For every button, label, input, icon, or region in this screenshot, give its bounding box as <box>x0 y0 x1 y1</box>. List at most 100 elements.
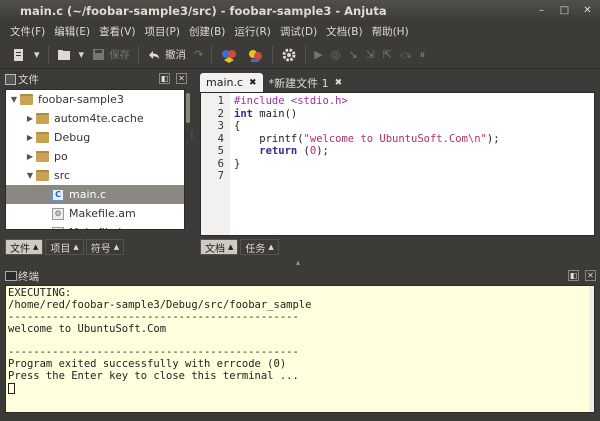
code-token: ); <box>486 132 500 145</box>
tree-item-label: Debug <box>54 131 91 144</box>
close-tab-icon[interactable]: ✖ <box>249 78 257 88</box>
open-button[interactable] <box>53 44 75 66</box>
code-area[interactable]: #include <stdio.h> int main(){ printf("we… <box>230 93 500 235</box>
line-number: 7 <box>217 170 224 182</box>
toolbar: ▾ ▾ 保存 撤消 ↷ ▶ ◎ ↘ ⇲ ⇱ ⤼ ⏸ <box>0 41 600 69</box>
menu-document[interactable]: 文档(B) <box>322 22 366 41</box>
gear-icon <box>282 48 296 61</box>
open-dropdown-icon[interactable]: ▾ <box>75 44 89 66</box>
tree-item[interactable]: Cmain.c <box>6 185 184 204</box>
code-editor[interactable]: 1234567 #include <stdio.h> int main(){ pr… <box>200 92 595 236</box>
menu-help[interactable]: 帮助(H) <box>368 22 413 41</box>
debug-step-out-button[interactable]: ⇱ <box>379 44 396 66</box>
tab-label: *新建文件 1 <box>268 76 329 90</box>
redo-button[interactable]: ↷ <box>190 44 207 66</box>
maximize-icon[interactable]: □ <box>558 4 571 17</box>
line-number: 4 <box>217 132 224 145</box>
code-token: return <box>259 145 298 157</box>
tab-project[interactable]: 项目 ▲ <box>45 239 84 255</box>
bottom-bar <box>0 413 600 421</box>
build-icon <box>249 49 263 62</box>
code-token: main() <box>252 107 298 120</box>
toolbar-separator <box>47 45 49 64</box>
debug-pause-button[interactable]: ⏸ <box>416 44 430 66</box>
terminal-cursor <box>8 383 15 395</box>
tab-label: 符号 <box>90 243 111 255</box>
left-panel-tabs: 文件 ▲ 项目 ▲ 符号 ▲ <box>5 239 125 255</box>
terminal-line: Press the Enter key to close this termin… <box>8 370 299 383</box>
configure-button[interactable] <box>277 44 301 66</box>
tree-item[interactable]: ▼ foobar-sample3 <box>6 90 184 109</box>
tree-item[interactable]: ⚙ Makefile.in <box>6 223 184 229</box>
debug-step-button[interactable]: ↘ <box>344 44 361 66</box>
pane-resize-handle[interactable]: ▴ <box>296 258 300 267</box>
menu-edit[interactable]: 编辑(E) <box>50 22 94 41</box>
tab-symbols[interactable]: 符号 ▲ <box>85 239 125 255</box>
file-tree-scrollbar[interactable] <box>185 89 191 230</box>
close-tab-icon[interactable]: ✖ <box>335 78 343 88</box>
tree-item[interactable]: ▶ autom4te.cache <box>6 109 184 128</box>
save-icon <box>93 49 105 60</box>
menu-view[interactable]: 查看(V) <box>95 22 139 41</box>
menu-build[interactable]: 创建(B) <box>185 22 229 41</box>
tab-new-file-1[interactable]: *新建文件 1 ✖ <box>263 73 349 92</box>
tree-item[interactable]: ▼ src <box>6 166 184 185</box>
debug-step-in-button[interactable]: ⇲ <box>362 44 379 66</box>
tab-documents[interactable]: 文档 ▲ <box>200 239 239 255</box>
tab-files[interactable]: 文件 ▲ <box>5 239 44 255</box>
folder-icon <box>36 113 49 124</box>
pane-resize-handle[interactable]: ⋮ <box>188 130 196 139</box>
tab-arrow-icon: ▲ <box>228 243 234 251</box>
code-token: #include <stdio.h> <box>234 95 348 107</box>
panel-restore-icon[interactable]: ◧ <box>568 270 579 281</box>
collapsed-arrow-icon[interactable]: ▶ <box>24 133 36 142</box>
tree-item[interactable]: ▶ Debug <box>6 128 184 147</box>
panel-restore-icon[interactable]: ◧ <box>159 73 170 84</box>
build-button[interactable] <box>242 44 268 66</box>
panel-close-icon[interactable]: ✕ <box>585 270 596 281</box>
new-file-icon <box>14 48 23 61</box>
minimize-icon[interactable]: – <box>535 4 548 17</box>
new-file-dropdown-icon[interactable]: ▾ <box>30 44 44 66</box>
folder-icon <box>20 94 33 105</box>
menu-debug[interactable]: 调试(D) <box>276 22 321 41</box>
tab-tasks[interactable]: 任务 ▲ <box>240 239 279 255</box>
tree-item[interactable]: ▶ po <box>6 147 184 166</box>
compile-icon <box>222 49 237 63</box>
debug-stop-button[interactable]: ◎ <box>327 44 345 66</box>
line-number: 6 <box>217 157 224 170</box>
debug-run-button[interactable]: ▶ <box>310 44 326 66</box>
tab-main-c[interactable]: main.c ✖ <box>200 73 263 92</box>
new-file-button[interactable] <box>8 44 30 66</box>
expanded-arrow-icon[interactable]: ▼ <box>8 95 20 104</box>
menu-run[interactable]: 运行(R) <box>230 22 275 41</box>
scrollbar-thumb[interactable] <box>186 93 190 123</box>
tab-arrow-icon: ▲ <box>113 243 120 251</box>
collapsed-arrow-icon[interactable]: ▶ <box>24 152 36 161</box>
undo-button[interactable]: 撤消 <box>143 44 190 66</box>
c-file-icon: C <box>52 188 64 201</box>
terminal-scrollbar[interactable] <box>589 286 594 412</box>
code-line: printf("welcome to UbuntuSoft.Com\n"); <box>234 132 500 146</box>
file-tree: ▼ foobar-sample3 ▶ autom4te.cache ▶ Debug ▶ po ▼… <box>5 89 185 230</box>
tree-item[interactable]: ⚙ Makefile.am <box>6 204 184 223</box>
expanded-arrow-icon[interactable]: ▼ <box>24 171 36 180</box>
code-line: } <box>234 158 500 171</box>
code-line: #include <stdio.h> <box>234 95 500 108</box>
tab-label: main.c <box>206 76 244 89</box>
save-button[interactable]: 保存 <box>88 44 134 66</box>
panel-close-icon[interactable]: ✕ <box>176 73 187 84</box>
tree-item-label: autom4te.cache <box>54 112 144 125</box>
code-token: int <box>234 107 253 120</box>
collapsed-arrow-icon[interactable]: ▶ <box>24 114 36 123</box>
tree-item-label: main.c <box>69 188 107 201</box>
terminal-output[interactable]: EXECUTING:/home/red/foobar-sample3/Debug… <box>5 285 595 413</box>
menu-file[interactable]: 文件(F) <box>6 22 49 41</box>
makefile-icon: ⚙ <box>52 207 64 220</box>
tab-label: 文件 <box>10 243 30 255</box>
close-icon[interactable]: ✕ <box>581 4 594 17</box>
compile-button[interactable] <box>216 44 242 66</box>
menu-project[interactable]: 项目(P) <box>140 22 184 41</box>
debug-continue-button[interactable]: ⤼ <box>396 44 416 66</box>
